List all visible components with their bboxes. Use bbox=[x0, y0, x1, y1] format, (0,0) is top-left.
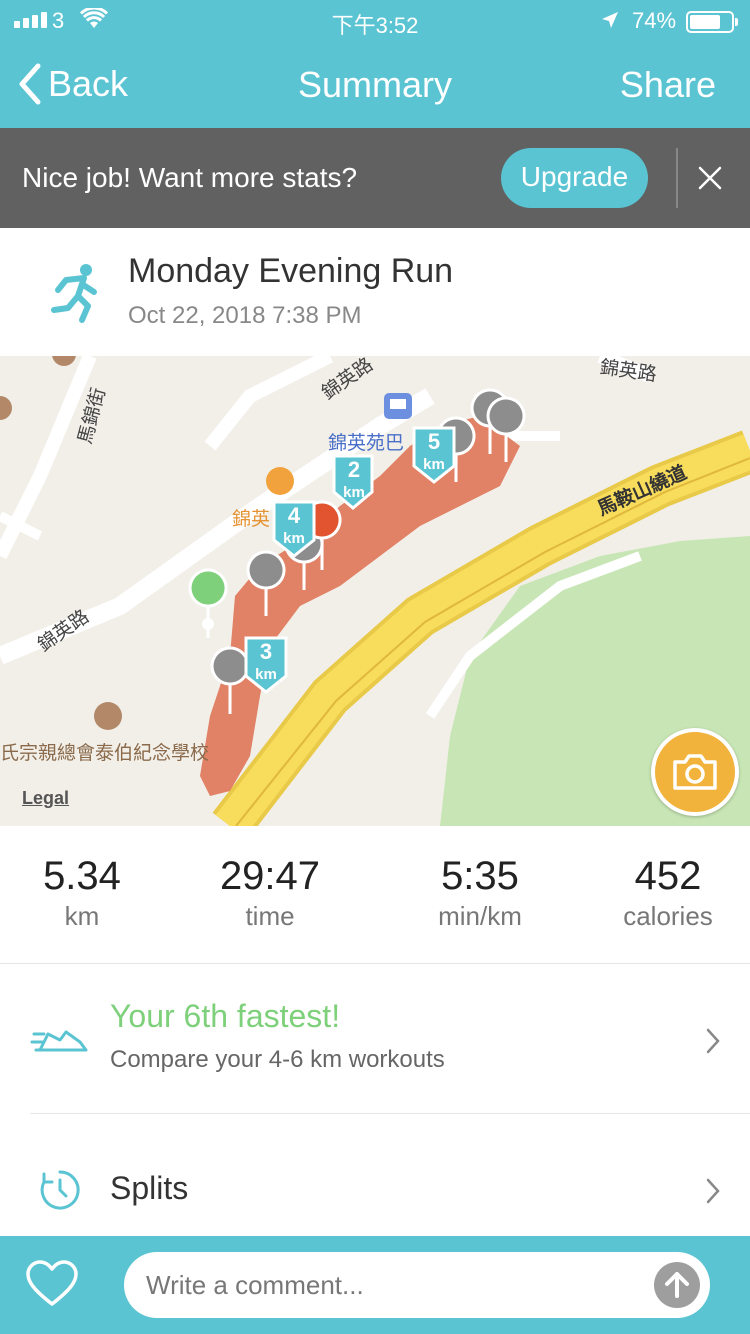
stopwatch-icon bbox=[40, 1170, 80, 1210]
top-bar: 3 下午3:52 74% Back Summary Share bbox=[0, 0, 750, 128]
km-marker-5: 5 km bbox=[414, 429, 454, 475]
camera-button[interactable] bbox=[651, 728, 739, 816]
activity-name: Monday Evening Run bbox=[128, 252, 454, 290]
map-poi-label: 氏宗親總會泰伯紀念學校 bbox=[0, 743, 210, 764]
back-label: Back bbox=[48, 63, 129, 104]
map-legal-link[interactable]: Legal bbox=[22, 788, 69, 809]
stats-row: 5.34 km 29:47 time 5:35 min/km 452 calor… bbox=[0, 826, 750, 964]
chevron-right-icon bbox=[706, 1178, 720, 1204]
km-marker-4: 4 km bbox=[274, 503, 314, 549]
arrow-up-icon bbox=[665, 1272, 689, 1298]
chevron-left-icon bbox=[19, 63, 41, 105]
stat-value: 5:35 bbox=[441, 854, 519, 898]
upgrade-button[interactable]: Upgrade bbox=[501, 148, 648, 208]
stat-value: 5.34 bbox=[43, 854, 121, 898]
activity-datetime: Oct 22, 2018 7:38 PM bbox=[128, 302, 362, 329]
share-button[interactable]: Share bbox=[620, 64, 716, 106]
location-arrow-icon bbox=[602, 12, 618, 28]
stat-time: 29:47 time bbox=[180, 854, 360, 932]
fastest-headline: Your 6th fastest! bbox=[110, 998, 341, 1034]
stat-unit: time bbox=[245, 901, 295, 931]
km-marker-3: 3 km bbox=[246, 639, 286, 685]
banner-message: Nice job! Want more stats? bbox=[22, 162, 358, 193]
nav-bar: Back Summary Share bbox=[0, 42, 750, 128]
stat-calories: 452 calories bbox=[578, 854, 750, 932]
close-icon[interactable] bbox=[690, 158, 730, 198]
heart-icon[interactable] bbox=[24, 1258, 80, 1310]
km-marker-number: 3 bbox=[259, 639, 273, 664]
banner-divider bbox=[676, 148, 678, 208]
km-marker-unit: km bbox=[255, 666, 277, 683]
km-marker-number: 5 bbox=[427, 429, 441, 454]
stat-value: 452 bbox=[634, 854, 702, 898]
back-button[interactable]: Back bbox=[16, 62, 128, 106]
camera-icon bbox=[673, 754, 717, 790]
upgrade-banner: Nice job! Want more stats? Upgrade bbox=[0, 128, 750, 228]
fastest-subtext: Compare your 4-6 km workouts bbox=[110, 1046, 445, 1073]
stat-distance: 5.34 km bbox=[0, 854, 172, 932]
map-poi-label: 錦英苑巴 bbox=[328, 433, 405, 454]
km-marker-number: 2 bbox=[347, 457, 361, 482]
splits-label: Splits bbox=[110, 1170, 189, 1206]
km-marker-number: 4 bbox=[287, 503, 301, 528]
chevron-right-icon bbox=[706, 1028, 720, 1054]
km-marker-unit: km bbox=[283, 530, 305, 547]
stat-unit: min/km bbox=[438, 901, 522, 931]
km-marker-unit: km bbox=[343, 484, 365, 501]
send-button[interactable] bbox=[654, 1262, 700, 1308]
route-map[interactable]: 2 km 3 km 4 km 5 km 錦英路 馬錦街 錦英苑巴 錦英 馬鞍山繞道 錦英… bbox=[0, 356, 750, 826]
stat-unit: calories bbox=[623, 901, 713, 931]
map-poi-label: 錦英 bbox=[232, 509, 271, 530]
activity-header: Monday Evening Run Oct 22, 2018 7:38 PM bbox=[0, 228, 750, 356]
splits-row[interactable]: Splits bbox=[0, 1114, 750, 1236]
km-marker-2: 2 km bbox=[336, 457, 372, 503]
fastest-comparison-row[interactable]: Your 6th fastest! Compare your 4-6 km wo… bbox=[0, 964, 750, 1114]
battery-percent: 74% bbox=[632, 8, 677, 33]
stat-value: 29:47 bbox=[219, 854, 321, 898]
km-marker-unit: km bbox=[423, 456, 445, 473]
comment-input[interactable] bbox=[124, 1252, 710, 1318]
comment-bar bbox=[0, 1236, 750, 1334]
stat-pace: 5:35 min/km bbox=[390, 854, 570, 932]
battery-icon bbox=[686, 11, 738, 33]
status-bar: 3 下午3:52 74% bbox=[0, 0, 750, 42]
runner-icon bbox=[51, 264, 97, 323]
running-shoe-icon bbox=[30, 1030, 88, 1052]
stat-unit: km bbox=[64, 901, 100, 931]
